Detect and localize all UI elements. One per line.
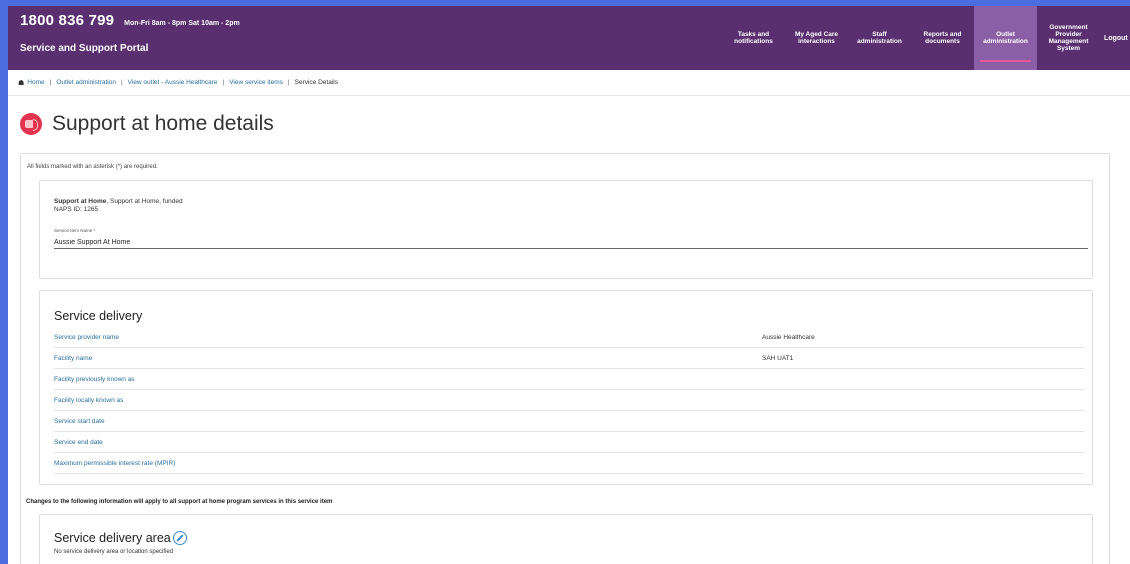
service-type: Support at Home, Support at Home, funded	[54, 198, 183, 205]
table-row: Facility previously known as	[54, 369, 1084, 390]
breadcrumb-separator: |	[49, 79, 52, 86]
nav-gpms[interactable]: Government Provider Management System	[1037, 6, 1100, 70]
portal-title[interactable]: Service and Support Portal	[20, 43, 148, 54]
breadcrumb-separator: |	[222, 79, 225, 86]
nav-my-aged-care-interactions[interactable]: My Aged Care interactions	[785, 6, 848, 70]
table-row: Facility name SAH UAT1	[54, 348, 1084, 369]
nav-outlet-administration[interactable]: Outlet administration	[974, 6, 1037, 70]
page-title: Support at home details	[52, 112, 274, 135]
field-key: Maximum permissible interest rate (MPIR)	[54, 459, 176, 467]
field-key: Service end date	[54, 438, 103, 446]
field-key: Facility previously known as	[54, 375, 135, 383]
edit-pencil-icon[interactable]	[172, 531, 187, 545]
naps-id: NAPS ID: 1265	[54, 206, 99, 213]
service-delivery-heading: Service delivery	[54, 309, 143, 323]
service-delivery-card: Service delivery Service provider name A…	[39, 290, 1093, 485]
home-icon[interactable]: ☗	[18, 79, 24, 87]
breadcrumb-outlet-administration[interactable]: Outlet administration	[56, 79, 116, 86]
breadcrumb-separator: |	[287, 79, 290, 86]
support-at-home-icon	[20, 113, 42, 135]
field-key: Service start date	[54, 417, 105, 425]
field-value: SAH UAT1	[762, 354, 794, 362]
table-row: Service provider name Aussie Healthcare	[54, 327, 1084, 348]
nav-staff-administration[interactable]: Staff administration	[848, 6, 911, 70]
page-title-row: Support at home details	[8, 96, 1130, 140]
breadcrumb-separator: |	[120, 79, 123, 86]
main-nav: Tasks and notifications My Aged Care int…	[722, 6, 1130, 70]
field-key: Facility name	[54, 354, 93, 362]
service-delivery-area-card: Service delivery area No service deliver…	[39, 514, 1093, 564]
table-row: Service end date	[54, 432, 1084, 453]
service-item-card: Support at Home, Support at Home, funded…	[39, 180, 1093, 279]
field-key: Facility locally known as	[54, 396, 124, 404]
contact-row: 1800 836 799 Mon-Fri 8am - 8pm Sat 10am …	[20, 12, 240, 29]
field-value: Aussie Healthcare	[762, 333, 815, 341]
changes-note: Changes to the following information wil…	[26, 499, 333, 505]
breadcrumb-home[interactable]: Home	[27, 79, 44, 86]
details-container: All fields marked with an asterisk (*) a…	[20, 153, 1110, 564]
nav-logout[interactable]: Logout	[1100, 6, 1130, 70]
nav-reports-documents[interactable]: Reports and documents	[911, 6, 974, 70]
service-delivery-table: Service provider name Aussie Healthcare …	[54, 327, 1084, 474]
no-area-note: No service delivery area or location spe…	[54, 549, 174, 555]
service-delivery-area-heading: Service delivery area	[54, 531, 171, 545]
breadcrumb: ☗ Home | Outlet administration | View ou…	[8, 70, 1130, 96]
table-row: Maximum permissible interest rate (MPIR)	[54, 453, 1084, 474]
app-frame: 1800 836 799 Mon-Fri 8am - 8pm Sat 10am …	[8, 6, 1130, 564]
field-key: Service provider name	[54, 333, 120, 341]
service-type-name: Support at Home	[54, 198, 107, 205]
breadcrumb-current: Service Details	[294, 79, 338, 86]
service-item-name-label: Service Item Name *	[54, 228, 96, 233]
service-item-name-input[interactable]	[54, 236, 1088, 249]
table-row: Service start date	[54, 411, 1084, 432]
required-fields-note: All fields marked with an asterisk (*) a…	[27, 164, 158, 170]
service-type-detail: , Support at Home, funded	[106, 198, 183, 205]
breadcrumb-view-service-items[interactable]: View service items	[229, 79, 283, 86]
opening-hours: Mon-Fri 8am - 8pm Sat 10am - 2pm	[124, 20, 240, 27]
phone-number: 1800 836 799	[20, 12, 115, 29]
service-delivery-area-heading-row: Service delivery area	[54, 531, 187, 545]
nav-tasks-notifications[interactable]: Tasks and notifications	[722, 6, 785, 70]
breadcrumb-view-outlet[interactable]: View outlet - Aussie Healthcare	[128, 79, 218, 86]
table-row: Facility locally known as	[54, 390, 1084, 411]
header: 1800 836 799 Mon-Fri 8am - 8pm Sat 10am …	[8, 6, 1130, 70]
